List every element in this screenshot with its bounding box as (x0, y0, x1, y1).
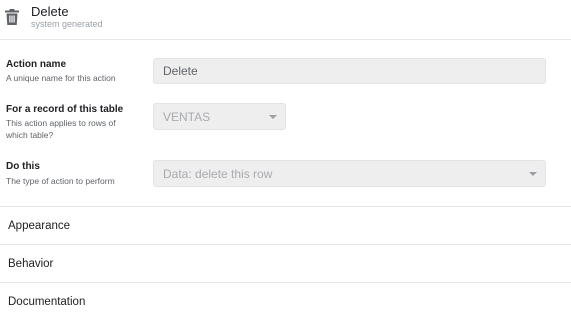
do-this-select[interactable]: Data: delete this row (153, 160, 546, 187)
section-behavior[interactable]: Behavior (0, 244, 571, 282)
do-this-label: Do this (6, 161, 40, 172)
chevron-down-icon (269, 115, 277, 119)
record-table-label: For a record of this table (6, 104, 124, 115)
do-this-help: The type of action to perform (6, 176, 115, 186)
section-documentation[interactable]: Documentation (0, 282, 571, 328)
action-name-help: A unique name for this action (6, 73, 116, 83)
record-table-value: VENTAS (163, 109, 211, 124)
record-table-help-line2: which table? (6, 130, 54, 140)
trash-icon (5, 9, 19, 25)
section-behavior-label: Behavior (8, 258, 54, 270)
action-name-value: Delete (163, 64, 198, 78)
action-header: Delete system generated (0, 0, 571, 40)
action-title: Delete (31, 4, 69, 19)
section-documentation-label: Documentation (8, 296, 86, 308)
section-appearance-label: Appearance (8, 220, 71, 232)
chevron-down-icon (529, 172, 537, 176)
record-table-help-line1: This action applies to rows of (6, 118, 116, 128)
action-name-label: Action name (6, 59, 67, 70)
action-name-input[interactable]: Delete (153, 58, 546, 84)
action-subtitle: system generated (31, 19, 103, 29)
do-this-value: Data: delete this row (163, 166, 273, 181)
record-table-help: This action applies to rows of which tab… (6, 117, 116, 141)
record-table-select[interactable]: VENTAS (153, 103, 286, 130)
section-appearance[interactable]: Appearance (0, 206, 571, 244)
